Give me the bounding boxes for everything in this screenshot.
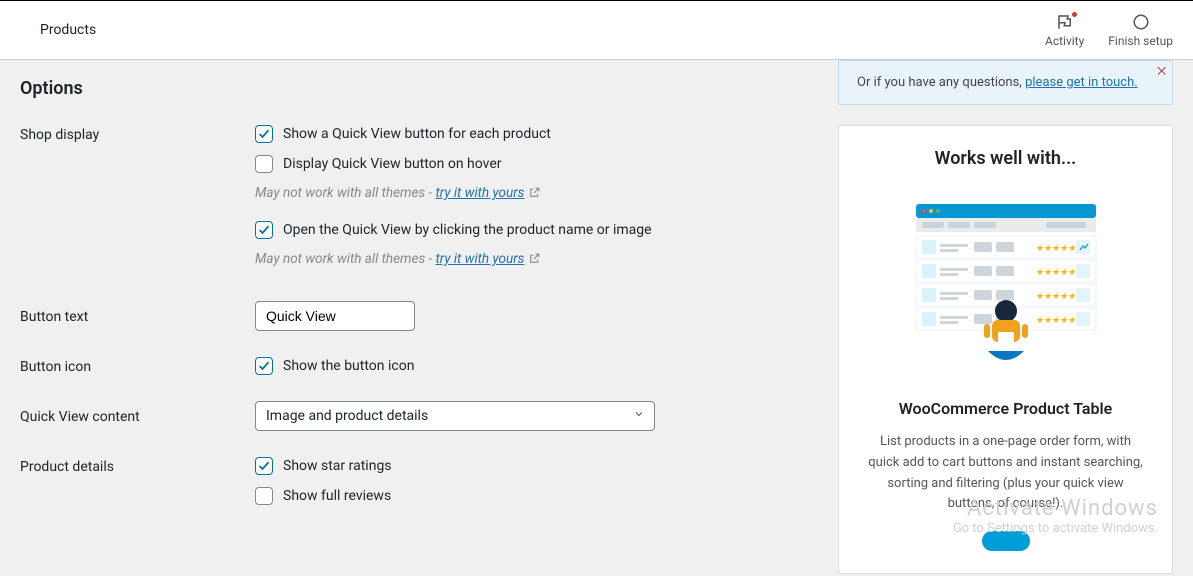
svg-text:★★★★★: ★★★★★ [1036, 316, 1076, 326]
top-actions: Activity Finish setup [1045, 12, 1173, 48]
field-shop-display: Show a Quick View button for each produc… [255, 125, 818, 287]
top-bar: Products Activity Finish setup [0, 0, 1193, 60]
help-text: May not work with all themes - try it wi… [255, 185, 818, 203]
promo-title: Works well with... [865, 148, 1146, 169]
label-shop-display: Shop display [20, 125, 255, 287]
activity-label: Activity [1045, 34, 1084, 48]
page-title: Products [40, 22, 96, 38]
external-link-icon [528, 252, 541, 269]
finish-setup-label: Finish setup [1108, 34, 1173, 48]
row-product-details: Product details Show star ratings Show f… [20, 457, 818, 517]
promo-card: Works well with... [838, 125, 1173, 574]
button-text-input[interactable] [255, 301, 415, 331]
checkbox-label: Open the Quick View by clicking the prod… [283, 222, 652, 238]
section-title: Options [20, 78, 818, 99]
svg-text:★★★★★: ★★★★★ [1036, 244, 1076, 254]
settings-column: Options Shop display Show a Quick View b… [20, 78, 818, 576]
row-button-icon: Button icon Show the button icon [20, 357, 818, 375]
notification-dot-icon [1072, 12, 1077, 17]
external-link-icon [528, 186, 541, 203]
checkbox-quick-view-hover[interactable] [255, 155, 273, 173]
promo-cta-button[interactable] [982, 531, 1030, 551]
finish-setup-button[interactable]: Finish setup [1108, 12, 1173, 48]
label-button-icon: Button icon [20, 357, 255, 375]
checkbox-label: Show star ratings [283, 458, 392, 474]
label-product-details: Product details [20, 457, 255, 517]
help-text: May not work with all themes - try it wi… [255, 251, 818, 269]
checkbox-star-ratings[interactable] [255, 457, 273, 475]
close-icon[interactable]: ⨉ [1157, 65, 1166, 79]
row-button-text: Button text [20, 301, 818, 331]
promo-subtitle: WooCommerce Product Table [865, 399, 1146, 418]
label-quick-view-content: Quick View content [20, 401, 255, 431]
flag-icon [1055, 12, 1075, 32]
quick-view-content-select[interactable]: Image and product details [255, 401, 655, 431]
promo-description: List products in a one-page order form, … [865, 432, 1146, 515]
checkbox-label: Show the button icon [283, 358, 414, 374]
activity-button[interactable]: Activity [1045, 12, 1084, 48]
try-it-link[interactable]: try it with yours [435, 251, 524, 267]
row-shop-display: Shop display Show a Quick View button fo… [20, 125, 818, 287]
checkbox-open-by-click[interactable] [255, 221, 273, 239]
main-content: Options Shop display Show a Quick View b… [0, 60, 1193, 576]
label-button-text: Button text [20, 301, 255, 331]
row-quick-view-content: Quick View content Image and product det… [20, 401, 818, 431]
checkbox-label: Show a Quick View button for each produc… [283, 126, 551, 142]
help-notice: Or if you have any questions, please get… [838, 60, 1173, 105]
get-in-touch-link[interactable]: please get in touch. [1025, 75, 1138, 90]
svg-text:★★★★★: ★★★★★ [1036, 292, 1076, 302]
try-it-link[interactable]: try it with yours [435, 185, 524, 201]
checkbox-full-reviews[interactable] [255, 487, 273, 505]
checkbox-show-quick-view[interactable] [255, 125, 273, 143]
svg-text:★★★★★: ★★★★★ [1036, 268, 1076, 278]
checkbox-label: Display Quick View button on hover [283, 156, 502, 172]
checkbox-show-button-icon[interactable] [255, 357, 273, 375]
side-column: Or if you have any questions, please get… [838, 78, 1173, 576]
circle-icon [1131, 12, 1151, 32]
checkbox-label: Show full reviews [283, 488, 391, 504]
promo-illustration: ★★★★★ ★★★★★ [865, 191, 1146, 381]
